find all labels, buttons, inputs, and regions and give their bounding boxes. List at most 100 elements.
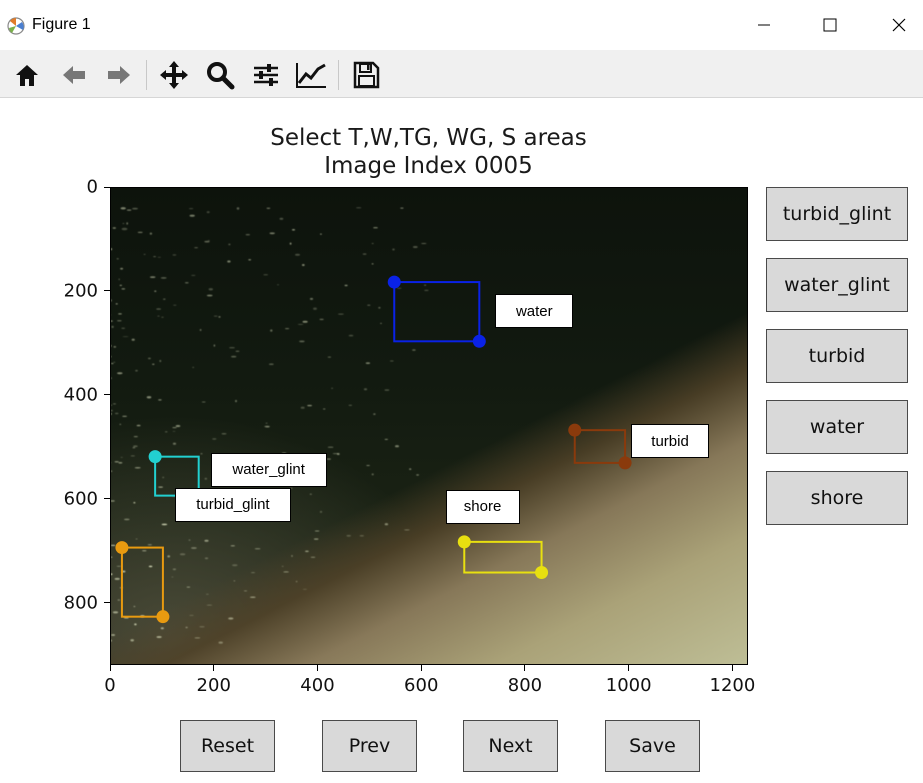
- glint-speck: [157, 315, 160, 317]
- water-button[interactable]: water: [766, 400, 908, 454]
- glint-speck: [320, 233, 322, 235]
- glint-speck: [283, 571, 289, 573]
- annotation-label-shore: shore: [445, 489, 520, 524]
- reset-button[interactable]: Reset: [180, 720, 275, 772]
- annotation-box-turbid-glint[interactable]: [120, 546, 164, 618]
- annotation-corner-point[interactable]: [472, 334, 486, 348]
- turbid-glint-button[interactable]: turbid_glint: [766, 187, 908, 241]
- glint-speck: [175, 425, 181, 427]
- glint-speck: [110, 248, 113, 251]
- glint-speck: [159, 359, 162, 363]
- glint-speck: [279, 217, 284, 220]
- glint-speck: [204, 477, 208, 480]
- glint-speck: [254, 548, 261, 550]
- home-icon[interactable]: [10, 58, 44, 92]
- maximize-icon[interactable]: [812, 10, 848, 40]
- toolbar-separator: [146, 60, 147, 90]
- prev-button[interactable]: Prev: [322, 720, 417, 772]
- glint-speck: [327, 356, 332, 358]
- annotation-corner-point[interactable]: [387, 275, 401, 289]
- minimize-icon[interactable]: [746, 10, 782, 40]
- glint-speck: [121, 288, 126, 290]
- water-glint-button[interactable]: water_glint: [766, 258, 908, 312]
- x-tick-label: 1000: [605, 675, 652, 696]
- glint-speck: [161, 523, 168, 526]
- glint-speck: [133, 445, 138, 448]
- glint-speck: [302, 320, 308, 323]
- glint-speck: [110, 544, 116, 546]
- annotation-box-shore[interactable]: [463, 540, 543, 574]
- turbid-button[interactable]: turbid: [766, 329, 908, 383]
- annotation-corner-point[interactable]: [618, 456, 632, 470]
- glint-speck: [157, 256, 162, 258]
- x-tick-mark: [213, 665, 215, 671]
- annotation-box-water[interactable]: [393, 281, 481, 343]
- save-icon[interactable]: [349, 58, 383, 92]
- edit-axis-icon[interactable]: [294, 58, 328, 92]
- glint-speck: [189, 614, 194, 616]
- glint-speck: [111, 362, 114, 365]
- glint-speck: [172, 442, 177, 445]
- glint-speck: [110, 461, 112, 464]
- glint-speck: [133, 436, 138, 438]
- annotation-label-water-glint: water_glint: [210, 452, 327, 487]
- glint-speck: [235, 350, 240, 352]
- glint-speck: [416, 474, 420, 476]
- y-tick-mark: [104, 186, 110, 188]
- annotation-box-turbid[interactable]: [573, 429, 627, 464]
- annotation-corner-point[interactable]: [115, 541, 129, 555]
- annotation-corner-point[interactable]: [457, 535, 471, 549]
- shore-button[interactable]: shore: [766, 471, 908, 525]
- glint-speck: [172, 254, 177, 256]
- glint-speck: [143, 253, 146, 255]
- x-tick-mark: [420, 665, 422, 671]
- glint-speck: [371, 243, 374, 244]
- next-button[interactable]: Next: [463, 720, 558, 772]
- glint-speck: [119, 284, 122, 286]
- glint-speck: [221, 433, 227, 435]
- annotation-corner-point[interactable]: [156, 610, 170, 624]
- glint-speck: [322, 408, 326, 410]
- figure-subtitle: Image Index 0005: [324, 153, 533, 179]
- glint-speck: [319, 318, 324, 321]
- glint-speck: [380, 322, 382, 324]
- glint-speck: [297, 324, 304, 325]
- glint-speck: [204, 539, 209, 542]
- annotation-label-turbid-glint: turbid_glint: [174, 487, 291, 522]
- annotation-corner-point[interactable]: [535, 566, 549, 580]
- annotation-corner-point[interactable]: [148, 450, 162, 464]
- glint-speck: [243, 590, 248, 592]
- glint-speck: [228, 243, 231, 246]
- glint-speck: [309, 297, 314, 300]
- glint-speck: [130, 639, 134, 642]
- window-title-bar: Figure 1: [0, 0, 923, 50]
- forward-icon[interactable]: [102, 58, 136, 92]
- close-icon[interactable]: [882, 10, 918, 40]
- glint-speck: [124, 518, 130, 521]
- subplots-config-icon[interactable]: [249, 58, 283, 92]
- pan-icon[interactable]: [157, 58, 191, 92]
- save-button[interactable]: Save: [605, 720, 700, 772]
- glint-speck: [121, 327, 126, 329]
- glint-speck: [134, 623, 137, 626]
- zoom-icon[interactable]: [203, 58, 237, 92]
- x-tick-mark: [316, 665, 318, 671]
- glint-speck: [348, 404, 353, 406]
- glint-speck: [147, 544, 152, 546]
- glint-speck: [409, 468, 412, 470]
- glint-speck: [371, 473, 374, 476]
- back-icon[interactable]: [57, 58, 91, 92]
- x-tick-mark: [524, 665, 526, 671]
- glint-speck: [172, 568, 177, 571]
- glint-speck: [235, 399, 237, 403]
- glint-speck: [110, 314, 112, 316]
- annotation-corner-point[interactable]: [568, 423, 582, 437]
- glint-speck: [384, 389, 390, 391]
- glint-speck: [295, 253, 300, 256]
- glint-speck: [120, 207, 126, 210]
- glint-speck: [119, 423, 122, 425]
- glint-speck: [301, 264, 305, 266]
- glint-speck: [313, 307, 317, 310]
- glint-speck: [110, 500, 115, 502]
- glint-speck: [269, 232, 275, 235]
